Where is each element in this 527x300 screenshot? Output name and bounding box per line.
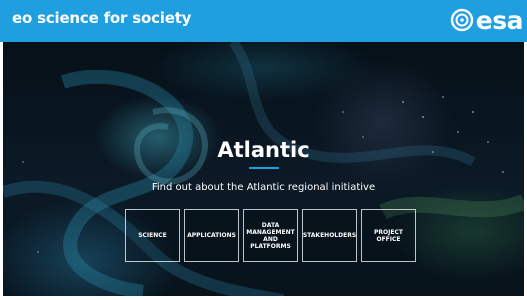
hero-banner: Atlantic Find out about the Atlantic reg… [0, 42, 527, 300]
title-underline-divider [249, 167, 279, 169]
esa-logo-text: esa [475, 5, 524, 35]
project-office-button[interactable]: PROJECT OFFICE [361, 209, 416, 262]
top-navigation-bar: eo science for society esa [0, 0, 527, 42]
page-subtitle: Find out about the Atlantic regional ini… [151, 182, 376, 193]
section-navigation: SCIENCE APPLICATIONS DATA MANAGEMENT AND… [125, 209, 416, 262]
science-button[interactable]: SCIENCE [125, 209, 180, 262]
bottom-border [0, 296, 527, 300]
page-title: Atlantic [217, 138, 310, 162]
applications-button[interactable]: APPLICATIONS [184, 209, 239, 262]
esa-logo[interactable]: esa [450, 2, 524, 38]
page: eo science for society esa Atlantic Find… [0, 0, 527, 300]
esa-logo-mark-icon [450, 8, 473, 32]
stakeholders-button[interactable]: STAKEHOLDERS [302, 209, 357, 262]
data-management-and-platforms-button[interactable]: DATA MANAGEMENT AND PLATFORMS [243, 209, 298, 262]
site-title-link[interactable]: eo science for society [12, 9, 191, 27]
